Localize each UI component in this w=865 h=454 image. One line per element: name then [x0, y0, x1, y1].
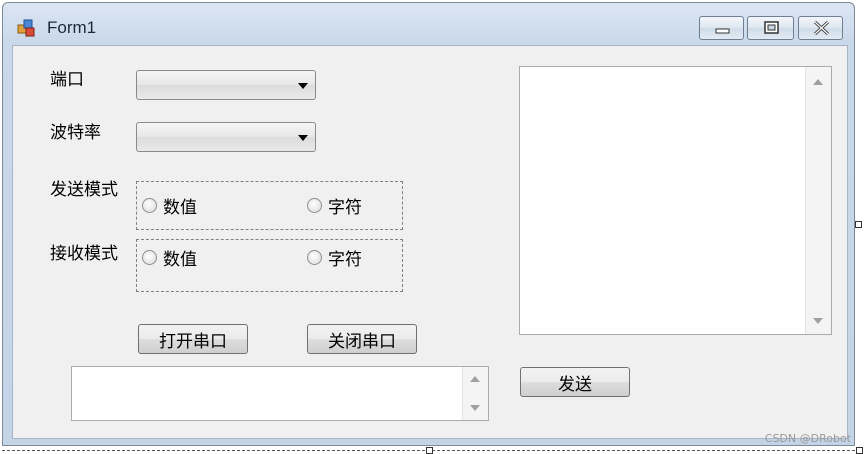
- designer-resize-handle-right[interactable]: [855, 221, 862, 228]
- recv-mode-label: 接收模式: [50, 244, 118, 264]
- maximize-icon: [764, 21, 779, 34]
- title-bar[interactable]: Form1: [3, 3, 854, 43]
- baud-combobox[interactable]: [136, 122, 316, 152]
- open-port-button[interactable]: 打开串口: [138, 324, 248, 354]
- port-label: 端口: [50, 70, 84, 90]
- scroll-up-icon[interactable]: [813, 79, 823, 85]
- designer-resize-handle-corner[interactable]: [856, 447, 863, 454]
- port-combobox[interactable]: [136, 70, 316, 100]
- recv-mode-numeric-label: 数值: [163, 250, 197, 270]
- send-textbox[interactable]: [71, 366, 489, 421]
- send-mode-numeric-label: 数值: [163, 198, 197, 218]
- close-button[interactable]: [798, 16, 843, 40]
- form-client-area: 端口 波特率 发送模式 数值 字符 接收模式 数值 字符 打开串口 关闭串口 发…: [12, 45, 848, 439]
- scroll-down-icon[interactable]: [813, 318, 823, 324]
- chevron-down-icon: [298, 83, 308, 89]
- recv-mode-char-radio[interactable]: 字符: [307, 245, 362, 270]
- radio-circle-icon: [142, 250, 157, 265]
- send-mode-char-radio[interactable]: 字符: [307, 193, 362, 218]
- window-title: Form1: [47, 18, 97, 37]
- maximize-button[interactable]: [747, 16, 794, 40]
- close-port-button[interactable]: 关闭串口: [307, 324, 417, 354]
- scroll-up-icon[interactable]: [470, 376, 480, 382]
- recv-mode-char-label: 字符: [328, 250, 362, 270]
- minimize-icon: [715, 28, 730, 34]
- minimize-button[interactable]: [699, 16, 744, 40]
- send-mode-char-label: 字符: [328, 198, 362, 218]
- send-mode-numeric-radio[interactable]: 数值: [142, 193, 197, 218]
- close-icon: [813, 20, 830, 36]
- form-window: Form1 端口 波特率 发送模式 数值 字符 接收模式 数值 字符 打开串口 …: [2, 2, 855, 446]
- designer-resize-handle-bottom[interactable]: [426, 447, 433, 454]
- send-mode-group: 数值 字符: [136, 181, 403, 230]
- send-textbox-scrollbar[interactable]: [462, 367, 488, 420]
- app-icon: [17, 19, 35, 37]
- watermark-text: CSDN @DRobot: [764, 432, 851, 445]
- scroll-down-icon[interactable]: [470, 405, 480, 411]
- send-button[interactable]: 发送: [520, 367, 630, 397]
- receive-textbox-scrollbar[interactable]: [805, 67, 831, 334]
- baud-label: 波特率: [50, 123, 101, 143]
- chevron-down-icon: [298, 135, 308, 141]
- send-mode-label: 发送模式: [50, 180, 118, 200]
- radio-circle-icon: [142, 198, 157, 213]
- radio-circle-icon: [307, 250, 322, 265]
- recv-mode-numeric-radio[interactable]: 数值: [142, 245, 197, 270]
- recv-mode-group: 数值 字符: [136, 239, 403, 292]
- receive-textbox[interactable]: [519, 66, 832, 335]
- radio-circle-icon: [307, 198, 322, 213]
